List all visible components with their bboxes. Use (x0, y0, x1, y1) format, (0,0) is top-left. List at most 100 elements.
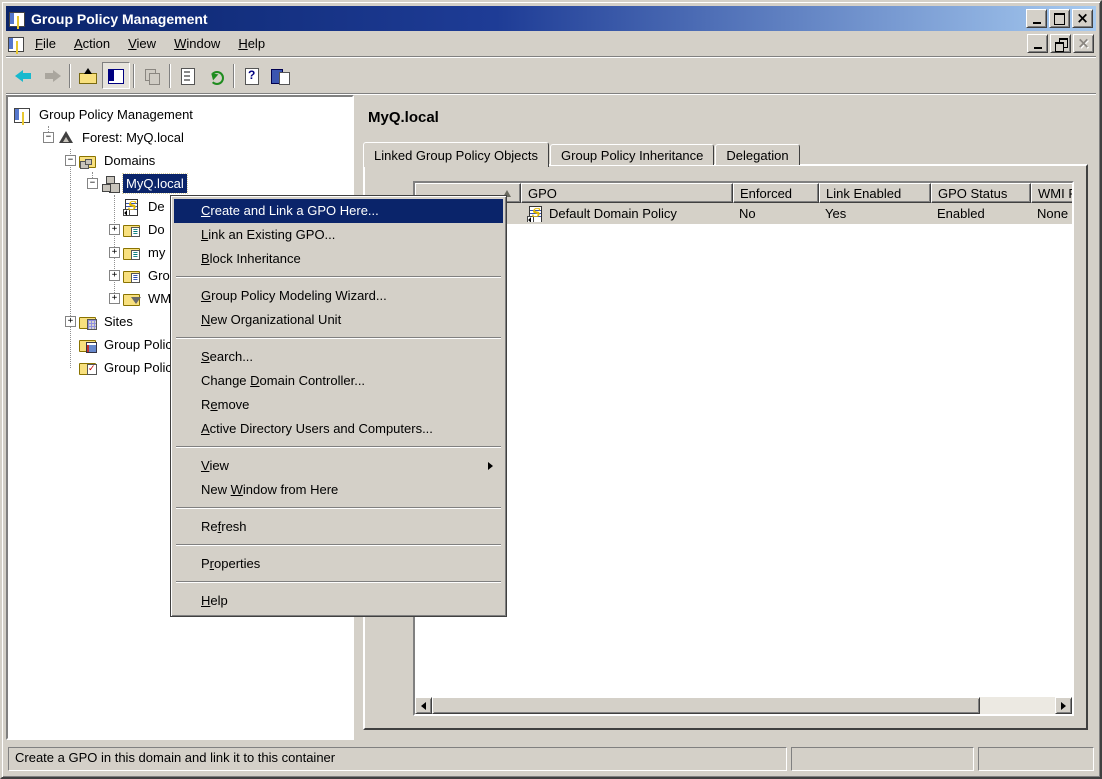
tree-item-label: Group Policy Management (36, 105, 196, 124)
context-menu-item-properties[interactable]: Properties (174, 552, 503, 576)
context-menu-item-link-an-existing-gpo[interactable]: Link an Existing GPO... (174, 223, 503, 247)
context-menu-item-block-inheritance[interactable]: Block Inheritance (174, 247, 503, 271)
title-bar[interactable]: Group Policy Management (6, 6, 1096, 31)
tab-linked-group-policy-objects[interactable]: Linked Group Policy Objects (363, 142, 549, 167)
menu-separator (176, 337, 501, 339)
context-menu-item-create-and-link-a-gpo-here[interactable]: Create and Link a GPO Here... (174, 199, 503, 223)
tree-item-label: MyQ.local (123, 174, 187, 193)
window-title: Group Policy Management (31, 11, 1024, 27)
status-bar: Create a GPO in this domain and link it … (6, 743, 1096, 773)
column-header-enforced[interactable]: Enforced (733, 183, 819, 203)
tree-item-label: Group Polic (101, 335, 175, 354)
column-header-wmi-filter[interactable]: WMI Filter (1031, 183, 1074, 203)
tree-item-label: Do (145, 220, 168, 239)
wmi-folder-icon (123, 291, 141, 307)
gpo-link-icon (527, 206, 545, 222)
child-minimize-button[interactable] (1027, 34, 1048, 53)
context-menu-item-new-window-from-here[interactable]: New Window from Here (174, 478, 503, 502)
details-pane-title: MyQ.local (368, 109, 439, 126)
ou-gpo-icon (123, 245, 141, 261)
context-menu-item-group-policy-modeling-wizard[interactable]: Group Policy Modeling Wizard... (174, 284, 503, 308)
minimize-button[interactable] (1026, 9, 1047, 28)
context-menu-item-refresh[interactable]: Refresh (174, 515, 503, 539)
back-button[interactable] (10, 62, 38, 89)
menu-separator (176, 581, 501, 583)
collapse-box-icon[interactable]: − (65, 155, 76, 166)
context-menu-item-change-domain-controller[interactable]: Change Domain Controller... (174, 369, 503, 393)
expand-box-icon[interactable]: + (109, 293, 120, 304)
menu-separator (176, 544, 501, 546)
menu-separator (176, 507, 501, 509)
status-text: Create a GPO in this domain and link it … (8, 747, 787, 771)
tab-strip: Linked Group Policy ObjectsGroup Policy … (363, 140, 801, 165)
scroll-right-button[interactable] (1055, 697, 1072, 714)
context-menu-item-remove[interactable]: Remove (174, 393, 503, 417)
export-list-button[interactable] (266, 62, 294, 89)
forward-button (38, 62, 66, 89)
column-header-gpo-status[interactable]: GPO Status (931, 183, 1031, 203)
refresh-icon (207, 68, 225, 84)
domain-icon (101, 176, 119, 192)
context-menu-item-help[interactable]: Help (174, 589, 503, 613)
properties-button[interactable] (174, 62, 202, 89)
list-rows: Default Domain PolicyNoYesEnabledNone (415, 203, 1072, 224)
gpo-row[interactable]: Default Domain PolicyNoYesEnabledNone (415, 203, 1072, 224)
menu-action[interactable]: Action (65, 33, 119, 54)
menu-view[interactable]: View (119, 33, 165, 54)
close-button[interactable] (1072, 9, 1093, 28)
expand-box-icon[interactable]: + (109, 224, 120, 235)
forward-arrow-icon (43, 68, 61, 84)
context-menu-item-search[interactable]: Search... (174, 345, 503, 369)
context-menu-item-active-directory-users-and-computers[interactable]: Active Directory Users and Computers... (174, 417, 503, 441)
collapse-box-icon[interactable]: − (87, 178, 98, 189)
tree-item-forest-myq-local[interactable]: − Forest: MyQ.local (8, 126, 352, 149)
refresh-button[interactable] (202, 62, 230, 89)
collapse-box-icon[interactable]: − (43, 132, 54, 143)
linked-gpo-list[interactable]: GPOEnforcedLink EnabledGPO StatusWMI Fil… (413, 181, 1074, 716)
status-panel-3 (978, 747, 1094, 771)
menu-help[interactable]: Help (229, 33, 274, 54)
properties-icon (179, 68, 197, 84)
tree-item-domains[interactable]: − Domains (8, 149, 352, 172)
status-panel-2 (791, 747, 974, 771)
toolbar-separator (69, 64, 71, 88)
context-menu-item-new-organizational-unit[interactable]: New Organizational Unit (174, 308, 503, 332)
column-header-gpo[interactable]: GPO (521, 183, 733, 203)
cell-text: None (1037, 206, 1068, 221)
expand-box-icon[interactable]: + (109, 270, 120, 281)
scroll-left-button[interactable] (415, 697, 432, 714)
tree-item-label: De (145, 197, 168, 216)
expand-box-icon[interactable]: + (65, 316, 76, 327)
menu-separator (176, 446, 501, 448)
gp-modeling-icon (79, 337, 97, 353)
domains-icon (79, 153, 97, 169)
cell-link-enabled: Yes (819, 206, 931, 221)
tree-item-myq-local[interactable]: − MyQ.local (8, 172, 352, 195)
tree-item-group-policy-management[interactable]: Group Policy Management (8, 103, 352, 126)
menu-file[interactable]: File (26, 33, 65, 54)
help-button[interactable] (238, 62, 266, 89)
ou-gpo-icon (123, 222, 141, 238)
show-hide-console-tree-button[interactable] (102, 62, 130, 89)
column-header-link-enabled[interactable]: Link Enabled (819, 183, 931, 203)
child-restore-button[interactable] (1050, 34, 1071, 53)
tree-item-label: Sites (101, 312, 136, 331)
menu-window[interactable]: Window (165, 33, 229, 54)
gpo-folder-icon (123, 268, 141, 284)
tab-delegation[interactable]: Delegation (715, 144, 799, 165)
tab-group-policy-inheritance[interactable]: Group Policy Inheritance (550, 144, 714, 165)
tree-item-label: Forest: MyQ.local (79, 128, 187, 147)
scrollbar-thumb[interactable] (432, 697, 980, 714)
console-root-icon (14, 107, 32, 123)
cell-gpo-status: Enabled (931, 206, 1031, 221)
context-menu: Create and Link a GPO Here...Link an Exi… (170, 195, 507, 617)
context-menu-item-view[interactable]: View (174, 454, 503, 478)
window-copy-icon (143, 68, 161, 84)
up-one-level-button[interactable] (74, 62, 102, 89)
horizontal-scrollbar[interactable] (415, 697, 1072, 714)
tree-item-label: Domains (101, 151, 158, 170)
expand-box-icon[interactable]: + (109, 247, 120, 258)
tree-item-label: Gro (145, 266, 173, 285)
cell-text: Enabled (937, 206, 985, 221)
maximize-button[interactable] (1049, 9, 1070, 28)
